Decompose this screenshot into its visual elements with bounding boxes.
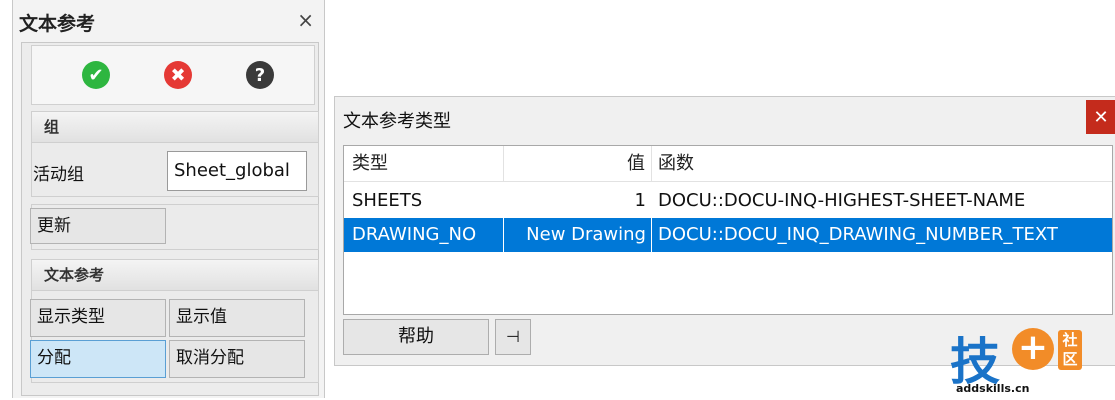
action-toolbar: ✔ ✖ ?: [31, 45, 315, 105]
unassign-button[interactable]: 取消分配: [169, 340, 305, 378]
cancel-icon[interactable]: ✖: [164, 61, 192, 89]
column-header-function[interactable]: 函数: [652, 146, 1112, 182]
row-function: DOCU::DOCU_INQ_DRAWING_NUMBER_TEXT: [658, 224, 1058, 245]
update-button[interactable]: 更新: [30, 208, 166, 244]
close-icon[interactable]: ✕: [1086, 100, 1115, 134]
active-group-field[interactable]: Sheet_global: [167, 151, 307, 191]
logo-side-text: 社 区: [1058, 330, 1082, 370]
group-section-header: 组: [32, 112, 318, 143]
column-separator: [651, 218, 652, 252]
site-logo: 技 + 社 区 addskills.cn: [950, 326, 1110, 396]
row-type: DRAWING_NO: [352, 224, 477, 245]
panel-title: 文本参考: [19, 13, 96, 35]
dialog-title: 文本参考类型: [343, 111, 451, 132]
show-value-button[interactable]: 显示值: [169, 299, 305, 337]
logo-side-char-2: 区: [1062, 350, 1078, 368]
row-value: 1: [634, 190, 646, 211]
text-ref-section-header: 文本参考: [32, 260, 318, 291]
logo-url: addskills.cn: [956, 382, 1030, 395]
active-group-label: 活动组: [33, 165, 84, 185]
column-header-value[interactable]: 值: [504, 146, 652, 182]
reference-list: 类型 值 函数 SHEETS 1 DOCU::DOCU-INQ-HIGHEST-…: [343, 145, 1113, 315]
assign-button[interactable]: 分配: [30, 340, 166, 378]
close-icon[interactable]: ×: [297, 8, 314, 32]
row-type: SHEETS: [352, 190, 423, 211]
pin-icon[interactable]: ⊣: [495, 319, 531, 355]
ok-icon[interactable]: ✔: [82, 61, 110, 89]
column-header-type[interactable]: 类型: [344, 146, 504, 182]
show-type-button[interactable]: 显示类型: [30, 299, 166, 337]
logo-plus-icon: +: [1012, 328, 1054, 370]
row-value: New Drawing: [526, 224, 646, 245]
text-reference-panel: 文本参考 × ✔ ✖ ? 组 活动组 Sheet_global 更新 文本参考 …: [12, 0, 325, 398]
row-function: DOCU::DOCU-INQ-HIGHEST-SHEET-NAME: [658, 190, 1026, 211]
logo-side-char-1: 社: [1062, 331, 1078, 349]
help-icon[interactable]: ?: [246, 61, 274, 89]
help-button[interactable]: 帮助: [343, 319, 489, 355]
